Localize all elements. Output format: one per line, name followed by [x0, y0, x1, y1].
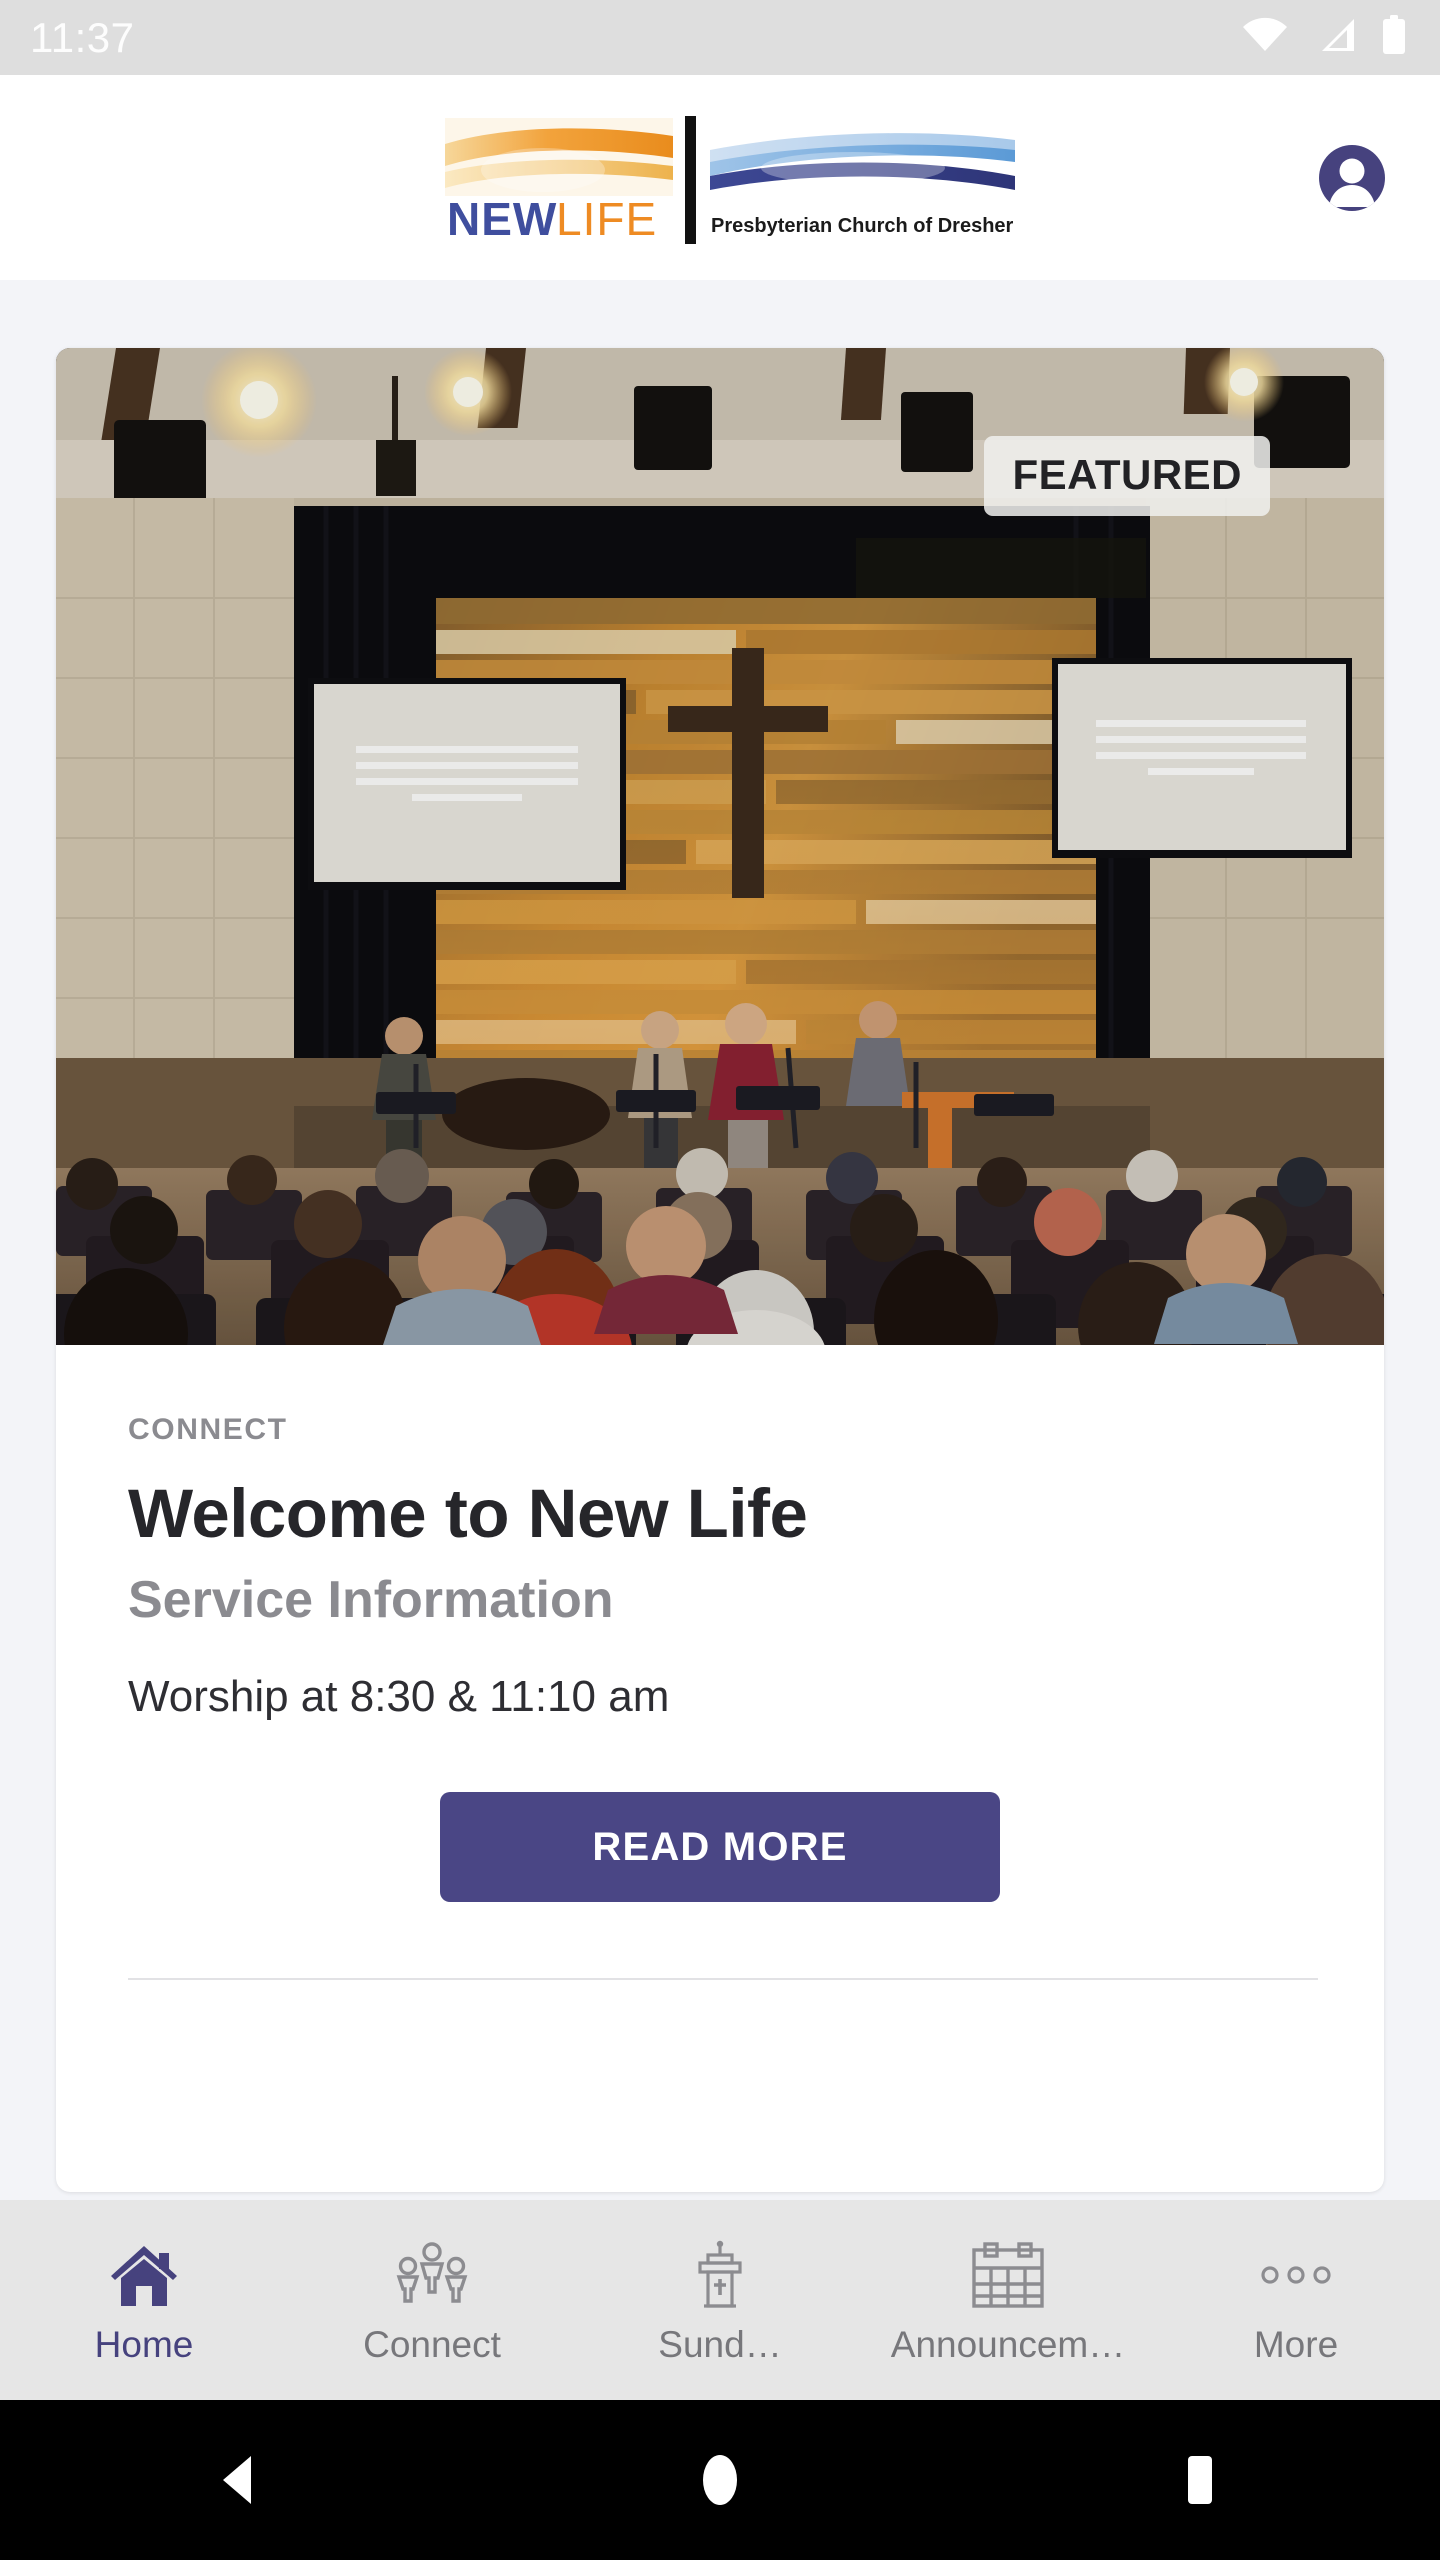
status-bar-icons: [1242, 15, 1406, 60]
tab-sunday[interactable]: Sund…: [576, 2200, 864, 2400]
read-more-button[interactable]: READ MORE: [440, 1792, 1000, 1903]
svg-text:LIFE: LIFE: [556, 193, 657, 245]
svg-text:NEW: NEW: [447, 193, 557, 245]
wifi-icon: [1242, 17, 1288, 58]
account-avatar-icon[interactable]: [1319, 144, 1385, 211]
calendar-icon: [968, 2238, 1048, 2312]
tab-announcements-label: Announcem…: [890, 2325, 1126, 2363]
home-circle-icon[interactable]: [660, 2400, 780, 2560]
people-group-icon: [392, 2238, 472, 2312]
app-screen: 11:37 NEW LIFE Presbyterian Church of Dr…: [0, 0, 1440, 2560]
card-title: Welcome to New Life: [128, 1475, 808, 1552]
church-logo[interactable]: NEW LIFE Presbyterian Church of Dresher: [423, 110, 1017, 246]
card-divider: [128, 1978, 1318, 1981]
tab-announcements[interactable]: Announcem…: [864, 2200, 1152, 2400]
svg-text:Presbyterian Church of Dresher: Presbyterian Church of Dresher: [711, 215, 1014, 237]
more-dots-icon: [1256, 2238, 1336, 2312]
pulpit-icon: [688, 2238, 752, 2312]
card-action-row: READ MORE: [128, 1792, 1312, 1903]
cellular-signal-icon: [1314, 17, 1356, 58]
card-category-label: CONNECT: [128, 1413, 288, 1446]
bottom-tab-bar: Home Connect Sund… Announcem… More: [0, 2200, 1440, 2400]
recents-square-icon[interactable]: [1140, 2400, 1260, 2560]
app-header: NEW LIFE Presbyterian Church of Dresher: [0, 75, 1440, 280]
featured-content-card[interactable]: FEATURED CONNECT Welcome to New Life Ser…: [56, 348, 1384, 2192]
tab-more[interactable]: More: [1152, 2200, 1440, 2400]
status-bar: 11:37: [0, 0, 1440, 75]
card-body-text: Worship at 8:30 & 11:10 am: [128, 1672, 670, 1722]
tab-connect[interactable]: Connect: [288, 2200, 576, 2400]
status-bar-clock: 11:37: [30, 13, 135, 61]
tab-sunday-label: Sund…: [658, 2325, 782, 2363]
tab-home[interactable]: Home: [0, 2200, 288, 2400]
battery-icon: [1382, 15, 1406, 60]
tab-connect-label: Connect: [363, 2325, 501, 2363]
tab-more-label: More: [1253, 2325, 1339, 2363]
hero-image[interactable]: FEATURED: [56, 348, 1384, 1345]
featured-badge: FEATURED: [984, 436, 1270, 516]
home-icon: [107, 2238, 181, 2312]
back-triangle-icon[interactable]: [180, 2400, 300, 2560]
card-subtitle: Service Information: [128, 1571, 614, 1630]
card-body: CONNECT Welcome to New Life Service Info…: [56, 1345, 1384, 1981]
android-navigation-bar: [0, 2400, 1440, 2560]
tab-home-label: Home: [94, 2325, 194, 2363]
